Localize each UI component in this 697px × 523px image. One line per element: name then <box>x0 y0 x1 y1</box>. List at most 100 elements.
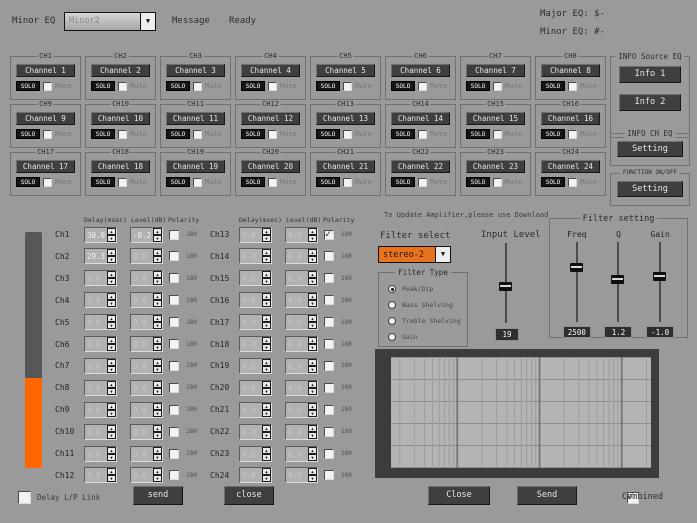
spin-up-icon[interactable]: ▲ <box>262 359 271 366</box>
spin-up-icon[interactable]: ▲ <box>308 271 317 278</box>
delay-spinner[interactable]: 0.0 ▲ ▼ <box>239 227 272 243</box>
spin-down-icon[interactable]: ▼ <box>262 278 271 285</box>
solo-button[interactable]: SOLO <box>241 129 265 139</box>
delay-spinner[interactable]: 0.0 ▲ ▼ <box>84 446 117 462</box>
spin-up-icon[interactable]: ▲ <box>107 293 116 300</box>
level-spinner[interactable]: 0.0 ▲ ▼ <box>285 446 318 462</box>
spin-down-icon[interactable]: ▼ <box>153 256 162 263</box>
spin-down-icon[interactable]: ▼ <box>262 432 271 439</box>
spin-down-icon[interactable]: ▼ <box>262 410 271 417</box>
channel-name-button[interactable]: Channel 6 <box>391 64 450 77</box>
mute-checkbox[interactable] <box>193 178 202 187</box>
spin-up-icon[interactable]: ▲ <box>153 425 162 432</box>
polarity-checkbox[interactable] <box>169 295 179 305</box>
mute-checkbox[interactable] <box>343 130 352 139</box>
spin-up-icon[interactable]: ▲ <box>107 359 116 366</box>
spin-up-icon[interactable]: ▲ <box>107 249 116 256</box>
polarity-checkbox[interactable] <box>324 470 334 480</box>
solo-button[interactable]: SOLO <box>541 81 565 91</box>
spin-down-icon[interactable]: ▼ <box>308 344 317 351</box>
polarity-checkbox[interactable] <box>169 230 179 240</box>
radio-icon[interactable] <box>388 333 396 341</box>
spin-down-icon[interactable]: ▼ <box>107 256 116 263</box>
level-spinner[interactable]: 0.0 ▲ ▼ <box>130 270 163 286</box>
spin-up-icon[interactable]: ▲ <box>107 228 116 235</box>
channel-name-button[interactable]: Channel 2 <box>91 64 150 77</box>
polarity-checkbox[interactable] <box>324 405 334 415</box>
spin-up-icon[interactable]: ▲ <box>262 249 271 256</box>
solo-button[interactable]: SOLO <box>166 129 190 139</box>
polarity-checkbox[interactable] <box>169 427 179 437</box>
spin-up-icon[interactable]: ▲ <box>107 381 116 388</box>
spin-up-icon[interactable]: ▲ <box>107 403 116 410</box>
spin-up-icon[interactable]: ▲ <box>107 447 116 454</box>
spin-up-icon[interactable]: ▲ <box>153 468 162 475</box>
spin-up-icon[interactable]: ▲ <box>308 403 317 410</box>
radio-icon[interactable] <box>388 317 396 325</box>
level-spinner[interactable]: 0.0 ▲ ▼ <box>285 467 318 483</box>
spin-down-icon[interactable]: ▼ <box>153 300 162 307</box>
solo-button[interactable]: SOLO <box>466 81 490 91</box>
spin-up-icon[interactable]: ▲ <box>107 468 116 475</box>
polarity-checkbox[interactable] <box>169 339 179 349</box>
radio-icon[interactable] <box>388 301 396 309</box>
mute-checkbox[interactable] <box>568 130 577 139</box>
solo-button[interactable]: SOLO <box>16 129 40 139</box>
spin-up-icon[interactable]: ▲ <box>308 315 317 322</box>
mute-checkbox[interactable] <box>568 178 577 187</box>
level-spinner[interactable]: 0.0 ▲ ▼ <box>130 292 163 308</box>
spin-up-icon[interactable]: ▲ <box>153 271 162 278</box>
solo-button[interactable]: SOLO <box>466 129 490 139</box>
channel-name-button[interactable]: Channel 23 <box>466 160 525 173</box>
spin-down-icon[interactable]: ▼ <box>262 235 271 242</box>
polarity-checkbox[interactable] <box>169 449 179 459</box>
level-spinner[interactable]: 0.0 ▲ ▼ <box>130 380 163 396</box>
spin-down-icon[interactable]: ▼ <box>308 432 317 439</box>
spin-down-icon[interactable]: ▼ <box>153 344 162 351</box>
delay-spinner[interactable]: 0.0 ▲ ▼ <box>84 467 117 483</box>
spin-down-icon[interactable]: ▼ <box>107 454 116 461</box>
delay-spinner[interactable]: 0.0 ▲ ▼ <box>239 270 272 286</box>
level-spinner[interactable]: 0.0 ▲ ▼ <box>130 314 163 330</box>
spin-up-icon[interactable]: ▲ <box>262 425 271 432</box>
channel-name-button[interactable]: Channel 20 <box>241 160 300 173</box>
channel-name-button[interactable]: Channel 1 <box>16 64 75 77</box>
level-spinner[interactable]: 0.0 ▲ ▼ <box>285 292 318 308</box>
channel-name-button[interactable]: Channel 4 <box>241 64 300 77</box>
mute-checkbox[interactable] <box>418 178 427 187</box>
solo-button[interactable]: SOLO <box>91 177 115 187</box>
slider-track[interactable] <box>576 242 578 322</box>
slider-handle[interactable] <box>570 263 583 272</box>
spin-up-icon[interactable]: ▲ <box>153 359 162 366</box>
delay-spinner[interactable]: 0.0 ▲ ▼ <box>84 314 117 330</box>
channel-name-button[interactable]: Channel 7 <box>466 64 525 77</box>
spin-up-icon[interactable]: ▲ <box>153 228 162 235</box>
slider-handle[interactable] <box>653 272 666 281</box>
level-spinner[interactable]: 0.0 ▲ ▼ <box>285 358 318 374</box>
spin-down-icon[interactable]: ▼ <box>107 475 116 482</box>
channel-name-button[interactable]: Channel 5 <box>316 64 375 77</box>
solo-button[interactable]: SOLO <box>241 177 265 187</box>
polarity-checkbox[interactable] <box>324 273 334 283</box>
delay-spinner[interactable]: 0.0 ▲ ▼ <box>239 292 272 308</box>
solo-button[interactable]: SOLO <box>391 177 415 187</box>
spin-up-icon[interactable]: ▲ <box>262 447 271 454</box>
spin-up-icon[interactable]: ▲ <box>308 425 317 432</box>
solo-button[interactable]: SOLO <box>316 81 340 91</box>
spin-down-icon[interactable]: ▼ <box>107 278 116 285</box>
spin-up-icon[interactable]: ▲ <box>153 447 162 454</box>
spin-down-icon[interactable]: ▼ <box>262 475 271 482</box>
solo-button[interactable]: SOLO <box>391 129 415 139</box>
spin-down-icon[interactable]: ▼ <box>107 366 116 373</box>
spin-down-icon[interactable]: ▼ <box>153 454 162 461</box>
spin-up-icon[interactable]: ▲ <box>308 293 317 300</box>
spin-down-icon[interactable]: ▼ <box>262 256 271 263</box>
mute-checkbox[interactable] <box>43 82 52 91</box>
spin-down-icon[interactable]: ▼ <box>153 366 162 373</box>
mute-checkbox[interactable] <box>493 130 502 139</box>
level-spinner[interactable]: 0.0 ▲ ▼ <box>130 402 163 418</box>
spin-up-icon[interactable]: ▲ <box>262 293 271 300</box>
spin-up-icon[interactable]: ▲ <box>308 359 317 366</box>
mute-checkbox[interactable] <box>568 82 577 91</box>
delay-lp-link-checkbox[interactable] <box>18 491 31 504</box>
